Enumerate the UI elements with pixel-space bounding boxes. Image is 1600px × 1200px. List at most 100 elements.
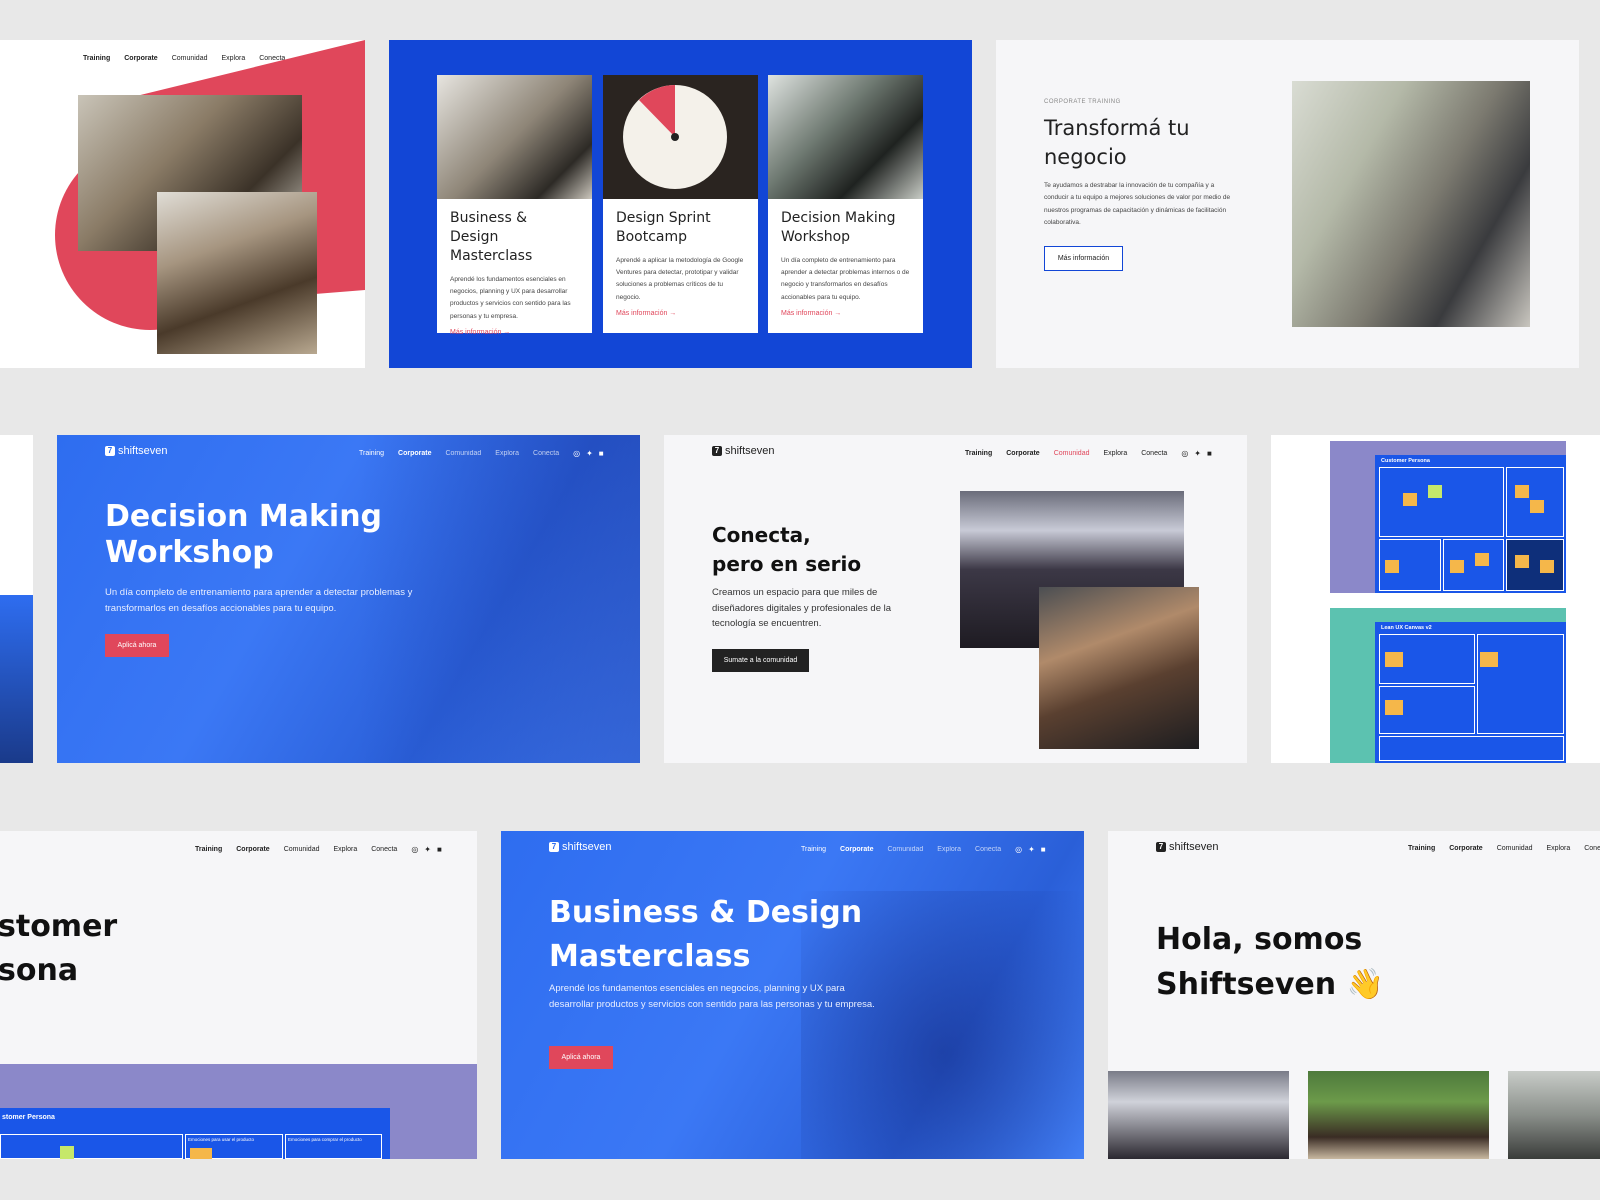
nav-conecta[interactable]: Conecta <box>1584 845 1600 852</box>
hero-title-line1: Decision Making <box>105 499 383 534</box>
course-card-sprint[interactable]: Design Sprint Bootcamp Aprendé a aplicar… <box>603 75 758 333</box>
nav-corporate[interactable]: Corporate <box>1006 450 1039 457</box>
twitter-icon[interactable]: ✦ <box>424 845 431 854</box>
brand-logo[interactable]: 7 shiftseven <box>712 445 775 457</box>
corporate-description: Te ayudamos a destrabar la innovación de… <box>1044 182 1231 227</box>
nav-explora[interactable]: Explora <box>1547 845 1571 852</box>
nav-training[interactable]: Training <box>801 846 826 853</box>
collage-card: Training Corporate Comunidad Explora Con… <box>0 40 365 368</box>
sticky-note <box>1385 560 1399 573</box>
apply-button[interactable]: Aplicá ahora <box>549 1046 613 1069</box>
timer-photo <box>603 75 758 199</box>
nav-explora[interactable]: Explora <box>937 846 961 853</box>
nav-training[interactable]: Training <box>965 450 992 457</box>
hero-description: Un día completo de entrenamiento para ap… <box>105 587 413 615</box>
nav-conecta[interactable]: Conecta <box>371 846 397 853</box>
persona-page-card: Training Corporate Comunidad Explora Con… <box>0 831 477 1159</box>
workshop-photo-2 <box>157 192 317 354</box>
logo-icon: 7 <box>105 446 115 456</box>
logo-icon: 7 <box>1156 842 1166 852</box>
twitter-icon[interactable]: ✦ <box>586 449 593 458</box>
sticky-note <box>190 1148 212 1159</box>
office-photo <box>1508 1071 1600 1159</box>
nav-explora[interactable]: Explora <box>334 846 358 853</box>
canvas-pane <box>1477 634 1564 734</box>
facebook-icon[interactable]: ■ <box>1041 845 1046 854</box>
nav-comunidad[interactable]: Comunidad <box>1497 845 1533 852</box>
nav-training[interactable]: Training <box>1408 845 1435 852</box>
persona-title: stomer sona <box>0 905 117 992</box>
join-community-button[interactable]: Sumate a la comunidad <box>712 649 809 672</box>
nav-explora[interactable]: Explora <box>1104 450 1128 457</box>
course-photo <box>437 75 592 199</box>
canvas-pane <box>1379 467 1504 537</box>
hero-title-line1: Business & Design <box>549 895 863 930</box>
course-title: Decision Making Workshop <box>781 210 896 245</box>
persona-board-strip: stomer Persona Emociones para usar el pr… <box>0 1064 477 1159</box>
sticky-note <box>1385 652 1403 667</box>
brand-logo[interactable]: 7 shiftseven <box>105 445 168 457</box>
brand-name: shiftseven <box>725 445 775 457</box>
top-nav: Training Corporate Comunidad Explora Con… <box>801 845 1046 854</box>
sticky-note <box>1385 700 1403 715</box>
canvas-pane <box>0 1134 183 1159</box>
nav-corporate[interactable]: Corporate <box>398 450 431 457</box>
more-info-button[interactable]: Más información <box>1044 246 1123 271</box>
logo-icon: 7 <box>712 446 722 456</box>
more-info-link[interactable]: Más información → <box>450 329 579 336</box>
facebook-icon[interactable]: ■ <box>599 449 604 458</box>
brand-name: shiftseven <box>118 445 168 457</box>
timer-icon <box>623 85 727 189</box>
nav-comunidad[interactable]: Comunidad <box>887 846 923 853</box>
twitter-icon[interactable]: ✦ <box>1194 449 1201 458</box>
nav-corporate[interactable]: Corporate <box>1449 845 1482 852</box>
facebook-icon[interactable]: ■ <box>1207 449 1212 458</box>
brand-logo[interactable]: 7 shiftseven <box>1156 841 1219 853</box>
nav-conecta[interactable]: Conecta <box>533 450 559 457</box>
hero-title: Business & Design Masterclass <box>549 891 862 978</box>
nav-conecta[interactable]: Conecta <box>975 846 1001 853</box>
canvas-pane <box>1379 736 1564 761</box>
hero-description: Aprendé los fundamentos esenciales en ne… <box>549 983 875 1011</box>
brand-logo[interactable]: 7 shiftseven <box>549 841 612 853</box>
board-title: stomer Persona <box>2 1114 55 1121</box>
conecta-title-line1: Conecta, <box>712 523 811 547</box>
canvas-pane: Emociones para comprar el producto <box>285 1134 382 1159</box>
more-info-link[interactable]: Más información → <box>616 310 745 317</box>
corporate-title: Transformá tu negocio <box>1044 116 1190 170</box>
eyebrow: CORPORATE TRAINING <box>1044 99 1121 105</box>
nav-training[interactable]: Training <box>359 450 384 457</box>
hero-title: Decision Making Workshop <box>105 499 382 571</box>
courses-card: Business & Design Masterclass Aprendé lo… <box>389 40 972 368</box>
facebook-icon[interactable]: ■ <box>437 845 442 854</box>
top-nav: Training Corporate Comunidad Explora Con… <box>1408 845 1600 852</box>
instagram-icon[interactable]: ◎ <box>411 845 418 854</box>
twitter-icon[interactable]: ✦ <box>1028 845 1035 854</box>
nav-comunidad[interactable]: Comunidad <box>445 450 481 457</box>
nav-training[interactable]: Training <box>195 846 222 853</box>
instagram-icon[interactable]: ◎ <box>573 449 580 458</box>
apply-button[interactable]: Aplicá ahora <box>105 634 169 657</box>
persona-board: Customer Persona <box>1375 455 1566 593</box>
instagram-icon[interactable]: ◎ <box>1181 449 1188 458</box>
course-description: Aprendé los fundamentos esenciales en ne… <box>450 275 571 320</box>
nav-comunidad[interactable]: Comunidad <box>1054 450 1090 457</box>
nav-explora[interactable]: Explora <box>495 450 519 457</box>
about-title-line1: Hola, somos <box>1156 922 1363 957</box>
course-card-business[interactable]: Business & Design Masterclass Aprendé lo… <box>437 75 592 336</box>
about-title-line2: Shiftseven <box>1156 967 1337 1002</box>
course-card-decision[interactable]: Decision Making Workshop Un día completo… <box>768 75 923 333</box>
corporate-photo <box>1292 81 1530 327</box>
nav-comunidad[interactable]: Comunidad <box>284 846 320 853</box>
more-info-link[interactable]: Más información → <box>781 310 910 317</box>
partial-photo <box>0 595 33 763</box>
nav-corporate[interactable]: Corporate <box>236 846 269 853</box>
about-title: Hola, somos Shiftseven 👋 <box>1156 917 1384 1007</box>
nav-conecta[interactable]: Conecta <box>1141 450 1167 457</box>
brand-name: shiftseven <box>1169 841 1219 853</box>
course-title: Design Sprint Bootcamp <box>616 210 711 245</box>
course-description: Aprendé a aplicar la metodología de Goog… <box>616 256 744 301</box>
persona-canvas: Customer Persona <box>1330 441 1566 593</box>
instagram-icon[interactable]: ◎ <box>1015 845 1022 854</box>
nav-corporate[interactable]: Corporate <box>840 846 873 853</box>
